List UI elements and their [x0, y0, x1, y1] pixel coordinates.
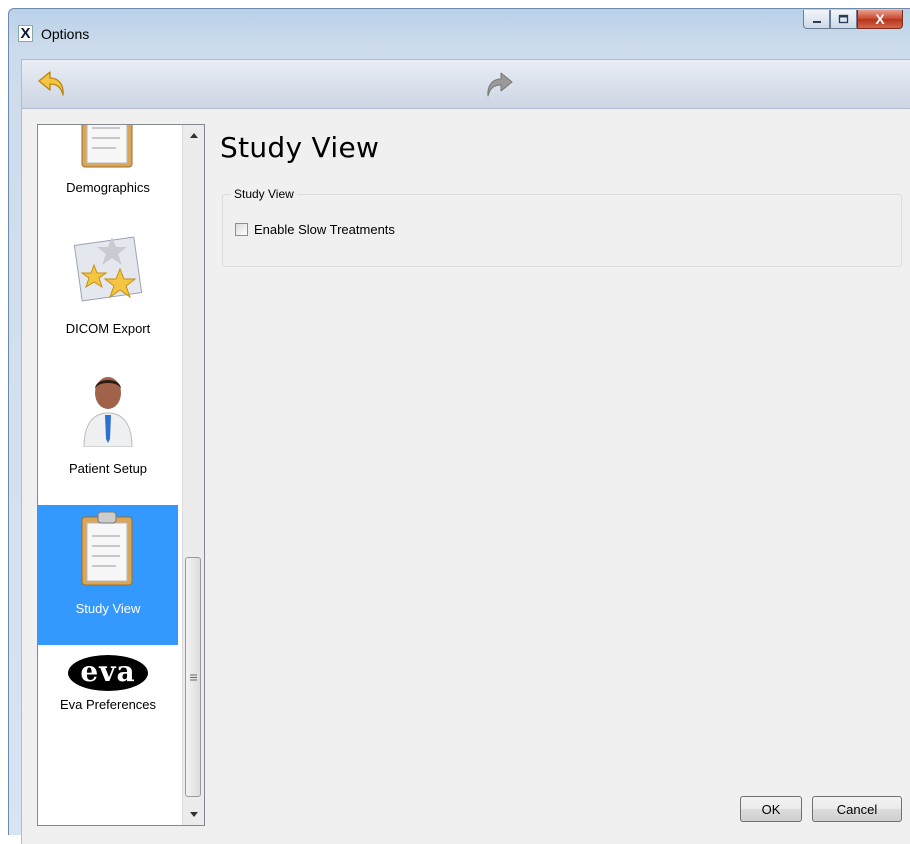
maximize-icon	[838, 14, 849, 24]
sidebar-item-label: DICOM Export	[65, 321, 151, 336]
maximize-button[interactable]	[830, 10, 857, 29]
window-title: Options	[41, 26, 90, 42]
scroll-thumb[interactable]	[185, 557, 201, 797]
scroll-down-button[interactable]	[183, 806, 204, 823]
enable-slow-treatments-checkbox[interactable]	[235, 223, 248, 236]
sidebar-item-eva-preferences[interactable]: eva Eva Preferences	[38, 645, 178, 785]
sidebar-item-label: Eva Preferences	[59, 697, 157, 712]
person-icon	[83, 377, 133, 447]
eva-logo-text: eva	[80, 655, 136, 688]
grip-icon	[189, 674, 197, 680]
cancel-button[interactable]: Cancel	[812, 796, 902, 822]
options-category-list: Demographics DICOM Export Patient Setup …	[37, 124, 205, 826]
navigation-toolbar	[21, 59, 910, 109]
caption-buttons: X	[803, 10, 903, 30]
minimize-icon	[812, 21, 821, 23]
minimize-button[interactable]	[803, 10, 830, 29]
enable-slow-treatments-label[interactable]: Enable Slow Treatments	[254, 222, 395, 237]
app-icon: X	[18, 25, 33, 42]
ok-button[interactable]: OK	[740, 796, 802, 822]
options-window: X Options X Demographics DICOM Export Pa…	[8, 8, 910, 844]
close-icon: X	[875, 11, 885, 27]
stars-envelope-icon	[73, 236, 143, 302]
scroll-up-icon	[189, 133, 198, 138]
page-title: Study View	[220, 131, 380, 164]
group-legend: Study View	[231, 187, 297, 201]
title-bar[interactable]: X Options X	[9, 9, 910, 59]
clipboard-icon	[81, 511, 133, 586]
content-area: Demographics DICOM Export Patient Setup …	[21, 109, 910, 844]
close-button[interactable]: X	[857, 10, 903, 29]
scroll-down-icon	[189, 812, 198, 817]
enable-slow-treatments-option[interactable]: Enable Slow Treatments	[235, 222, 395, 237]
eva-logo-icon: eva	[68, 655, 148, 691]
sidebar-item-study-view[interactable]: Study View	[38, 505, 178, 645]
sidebar-item-patient-setup[interactable]: Patient Setup	[38, 365, 178, 505]
back-arrow-icon[interactable]	[36, 68, 68, 100]
clipboard-icon	[81, 125, 133, 168]
sidebar-item-label: Study View	[75, 601, 141, 616]
study-view-group: Study View Enable Slow Treatments	[222, 187, 902, 267]
sidebar-item-dicom-export[interactable]: DICOM Export	[38, 225, 178, 365]
forward-arrow-icon[interactable]	[484, 70, 514, 100]
sidebar-item-label: Demographics	[66, 180, 150, 195]
sidebar-item-demographics[interactable]: Demographics	[38, 125, 178, 225]
sidebar-item-label: Patient Setup	[68, 461, 148, 476]
scroll-up-button[interactable]	[183, 127, 204, 144]
sidebar-scrollbar[interactable]	[182, 125, 204, 825]
